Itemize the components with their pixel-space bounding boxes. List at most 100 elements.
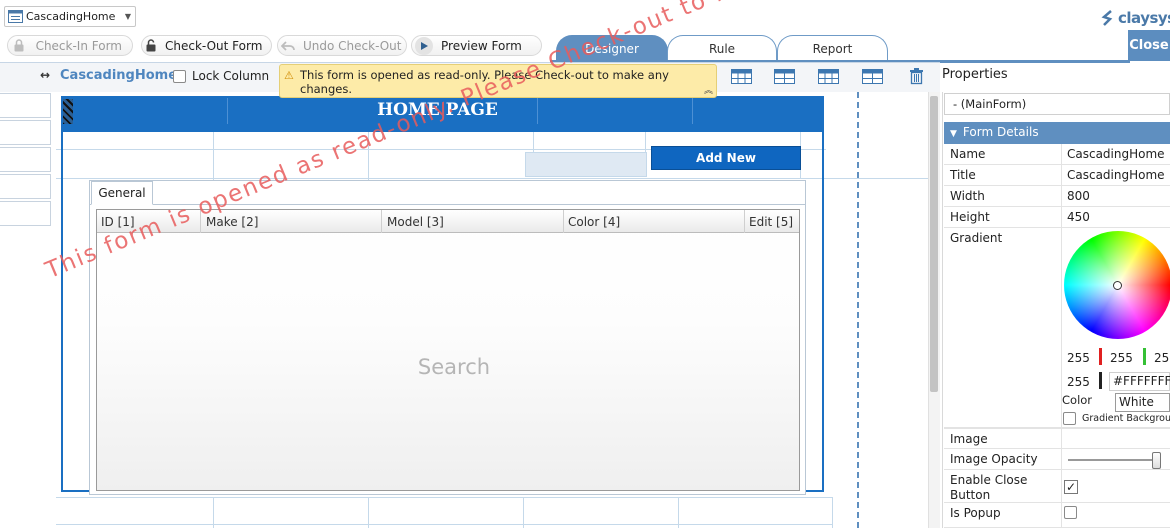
canvas-name: CascadingHome bbox=[60, 68, 178, 83]
column-header-model[interactable]: Model [3] bbox=[383, 210, 564, 233]
tab-designer-label: Designer bbox=[585, 41, 639, 56]
expand-arrows-icon[interactable]: ↔ bbox=[40, 68, 50, 82]
property-row-image[interactable]: Image bbox=[944, 428, 1170, 449]
column-header-label: ID [1] bbox=[101, 214, 135, 229]
claysys-logo: claysys Ap bbox=[1100, 6, 1170, 30]
lock-column-toggle[interactable]: Lock Column bbox=[173, 69, 269, 83]
preview-form-button[interactable]: Preview Form bbox=[411, 35, 542, 56]
tab-report-label: Report bbox=[812, 41, 853, 56]
lock-icon bbox=[11, 37, 28, 55]
claysys-logo-icon bbox=[1101, 10, 1113, 26]
undo-check-out-button[interactable]: Undo Check-Out bbox=[277, 35, 407, 56]
data-grid[interactable] bbox=[96, 209, 800, 491]
property-row-title[interactable]: Title CascadingHome bbox=[944, 165, 1170, 186]
logo-text: claysys bbox=[1118, 9, 1170, 27]
form-details-header[interactable]: ▼ Form Details bbox=[944, 122, 1170, 144]
property-row-is-popup[interactable]: Is Popup bbox=[944, 503, 1170, 528]
tab-control-divider bbox=[89, 204, 806, 205]
check-out-form-button[interactable]: Check-Out Form bbox=[141, 35, 272, 56]
property-value[interactable]: 800 bbox=[1067, 189, 1090, 203]
column-header-edit[interactable]: Edit [5] bbox=[745, 210, 799, 233]
properties-title: Properties bbox=[942, 67, 1008, 82]
read-only-warning: ⚠ This form is opened as read-only. Plea… bbox=[279, 64, 717, 98]
warning-text: This form is opened as read-only. Please… bbox=[300, 68, 669, 96]
main-form-label: - (MainForm) bbox=[953, 97, 1027, 111]
gradient-background-label: Gradient Background bbox=[1082, 413, 1170, 424]
red-slider[interactable] bbox=[1099, 348, 1102, 365]
property-key: Is Popup bbox=[950, 506, 1001, 520]
alpha-value[interactable]: 255 bbox=[1067, 375, 1090, 389]
tab-designer[interactable]: Designer bbox=[556, 35, 668, 61]
left-panel-item[interactable] bbox=[0, 93, 51, 118]
form-details-label: Form Details bbox=[962, 125, 1039, 139]
property-value[interactable]: 450 bbox=[1067, 210, 1090, 224]
chevron-down-icon: ▼ bbox=[950, 129, 957, 139]
tab-general-label: General bbox=[98, 186, 146, 200]
blue-value[interactable]: 255 bbox=[1154, 351, 1170, 365]
search-placeholder: Search bbox=[417, 355, 491, 379]
image-opacity-slider-track[interactable] bbox=[1068, 459, 1160, 461]
property-key: Name bbox=[950, 147, 986, 161]
color-label: Color bbox=[1062, 393, 1093, 407]
red-value[interactable]: 255 bbox=[1067, 351, 1090, 365]
column-header-label: Model [3] bbox=[387, 214, 444, 229]
collapse-up-icon[interactable]: ︽ bbox=[704, 83, 713, 96]
layout-grid-icon-3[interactable] bbox=[818, 69, 839, 84]
property-row-width[interactable]: Width 800 bbox=[944, 186, 1170, 207]
left-panel-item[interactable] bbox=[0, 174, 51, 199]
property-key: Image Opacity bbox=[950, 452, 1038, 466]
color-wheel-cursor[interactable] bbox=[1113, 281, 1122, 290]
column-header-label: Color [4] bbox=[568, 214, 621, 229]
main-form-selector[interactable]: - (MainForm) bbox=[944, 93, 1170, 115]
column-header-color[interactable]: Color [4] bbox=[564, 210, 745, 233]
left-panel-item[interactable] bbox=[0, 120, 51, 145]
property-row-enable-close[interactable]: Enable Close Button bbox=[944, 470, 1170, 503]
form-selector-label: CascadingHome bbox=[26, 10, 116, 23]
image-opacity-slider-thumb[interactable] bbox=[1152, 452, 1161, 469]
grid-line bbox=[832, 497, 833, 528]
play-icon bbox=[415, 36, 433, 55]
tab-general[interactable]: General bbox=[91, 181, 153, 205]
trash-icon[interactable] bbox=[909, 67, 924, 85]
column-header-id[interactable]: ID [1] bbox=[97, 210, 201, 233]
tab-rule[interactable]: Rule bbox=[667, 35, 777, 61]
property-key: Height bbox=[950, 210, 990, 224]
grid-line bbox=[368, 497, 369, 528]
empty-cell[interactable] bbox=[525, 152, 647, 177]
unlock-icon bbox=[145, 37, 157, 55]
add-new-button[interactable]: Add New bbox=[651, 146, 801, 170]
property-value[interactable]: CascadingHome bbox=[1067, 147, 1165, 161]
close-button[interactable]: Close bbox=[1128, 30, 1170, 61]
hex-color-field[interactable]: #FFFFFFFF bbox=[1109, 372, 1170, 391]
canvas-scrollbar-thumb[interactable] bbox=[930, 96, 938, 392]
tab-report[interactable]: Report bbox=[777, 35, 888, 61]
property-row-name[interactable]: Name CascadingHome bbox=[944, 144, 1170, 165]
enable-close-checkbox[interactable]: ✓ bbox=[1064, 480, 1078, 494]
property-key: Width bbox=[950, 189, 985, 203]
left-panel-item[interactable] bbox=[0, 147, 51, 172]
lock-column-label: Lock Column bbox=[192, 69, 270, 83]
is-popup-checkbox[interactable] bbox=[1064, 506, 1077, 519]
form-selector-dropdown[interactable]: CascadingHome ▼ bbox=[4, 6, 136, 27]
property-row-height[interactable]: Height 450 bbox=[944, 207, 1170, 228]
property-value[interactable]: CascadingHome bbox=[1067, 168, 1165, 182]
green-value[interactable]: 255 bbox=[1110, 351, 1133, 365]
layout-grid-icon-4[interactable] bbox=[862, 69, 883, 84]
left-panel-item[interactable] bbox=[0, 201, 51, 226]
check-in-form-button[interactable]: Check-In Form bbox=[7, 35, 133, 56]
lock-column-checkbox[interactable] bbox=[173, 69, 186, 83]
gradient-background-checkbox[interactable] bbox=[1063, 412, 1076, 425]
layout-grid-icon-2[interactable] bbox=[774, 69, 795, 84]
preview-form-label: Preview Form bbox=[441, 38, 522, 53]
check-in-label: Check-In Form bbox=[35, 38, 122, 53]
alpha-slider[interactable] bbox=[1099, 372, 1102, 389]
property-key: Enable Close Button bbox=[950, 473, 1028, 502]
gradient-background-toggle[interactable]: Gradient Background bbox=[1063, 412, 1170, 425]
color-name-field[interactable]: White bbox=[1115, 393, 1170, 412]
column-header-make[interactable]: Make [2] bbox=[202, 210, 382, 233]
layout-grid-icon-1[interactable] bbox=[731, 69, 752, 84]
grid-line bbox=[213, 497, 214, 528]
green-slider[interactable] bbox=[1143, 348, 1146, 365]
undo-icon bbox=[281, 37, 295, 55]
property-key: Gradient bbox=[950, 231, 1003, 245]
